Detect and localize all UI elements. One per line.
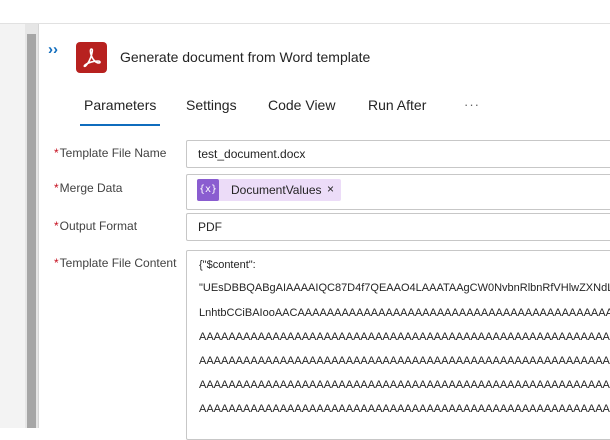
tab-parameters[interactable]: Parameters bbox=[79, 97, 161, 126]
required-mark: * bbox=[54, 181, 59, 195]
template-file-name-label: *Template File Name bbox=[54, 146, 167, 160]
content-line: {"$content": bbox=[199, 259, 256, 271]
more-tabs-button[interactable]: ··· bbox=[464, 97, 480, 112]
action-title: Generate document from Word template bbox=[120, 49, 371, 65]
required-mark: * bbox=[54, 146, 59, 160]
output-format-label: *Output Format bbox=[54, 219, 138, 233]
dynamic-content-token[interactable]: {x} DocumentValues × bbox=[197, 179, 341, 201]
adobe-acrobat-icon bbox=[76, 42, 107, 73]
merge-data-input[interactable]: {x} DocumentValues × bbox=[186, 174, 610, 210]
top-bar bbox=[0, 0, 610, 24]
tab-code-view[interactable]: Code View bbox=[268, 97, 335, 113]
left-gutter bbox=[0, 24, 25, 428]
template-file-content-label: *Template File Content bbox=[54, 256, 177, 270]
template-file-name-value: test_document.docx bbox=[198, 147, 306, 161]
required-mark: * bbox=[54, 256, 59, 270]
token-label: DocumentValues bbox=[231, 183, 322, 197]
content-line: AAAAAAAAAAAAAAAAAAAAAAAAAAAAAAAAAAAAAAAA… bbox=[199, 331, 610, 343]
template-file-name-input[interactable]: test_document.docx bbox=[186, 140, 610, 168]
content-line: AAAAAAAAAAAAAAAAAAAAAAAAAAAAAAAAAAAAAAAA… bbox=[199, 379, 610, 391]
output-format-value: PDF bbox=[198, 220, 222, 234]
close-icon[interactable]: × bbox=[327, 182, 334, 196]
template-file-content-input[interactable]: {"$content": "UEsDBBQABgAIAAAAIQC87D4f7Q… bbox=[186, 250, 610, 440]
scrollbar-thumb[interactable] bbox=[27, 34, 36, 428]
tab-run-after[interactable]: Run After bbox=[368, 97, 426, 113]
content-line: AAAAAAAAAAAAAAAAAAAAAAAAAAAAAAAAAAAAAAAA… bbox=[199, 403, 610, 415]
required-mark: * bbox=[54, 219, 59, 233]
merge-data-label: *Merge Data bbox=[54, 181, 123, 195]
tab-settings[interactable]: Settings bbox=[186, 97, 237, 113]
content-line: AAAAAAAAAAAAAAAAAAAAAAAAAAAAAAAAAAAAAAAA… bbox=[199, 355, 610, 367]
expression-icon: {x} bbox=[197, 179, 219, 201]
output-format-input[interactable]: PDF bbox=[186, 213, 610, 241]
content-line: "UEsDBBQABgAIAAAAIQC87D4f7QEAAO4LAAATAAg… bbox=[199, 282, 610, 294]
content-line: LnhtbCCiBAIooAACAAAAAAAAAAAAAAAAAAAAAAAA… bbox=[199, 307, 610, 319]
double-chevron-right-icon[interactable]: ›› bbox=[48, 41, 66, 59]
